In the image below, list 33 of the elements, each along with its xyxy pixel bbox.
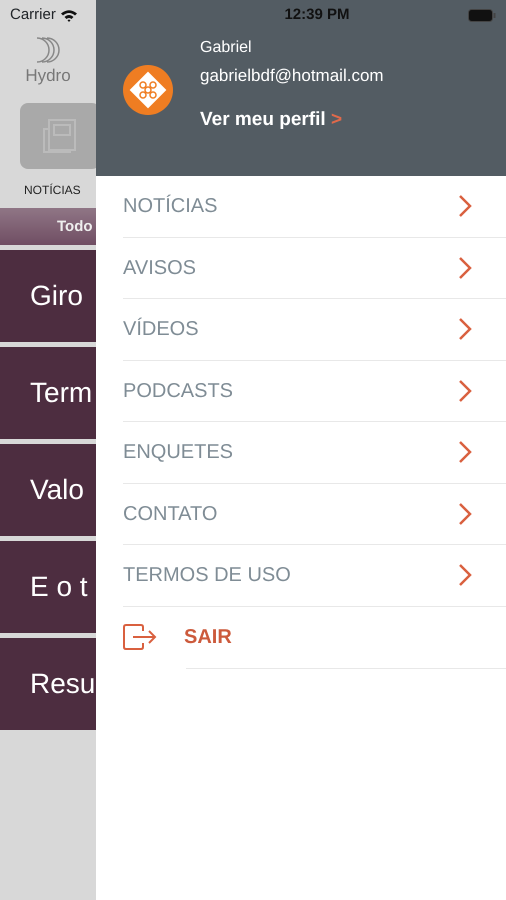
status-time: 12:39 PM bbox=[284, 4, 350, 25]
user-name: Gabriel bbox=[200, 38, 253, 58]
chevron-right-icon bbox=[458, 440, 472, 464]
filter-tab[interactable]: Todo bbox=[0, 208, 96, 244]
news-card[interactable]: Term bbox=[0, 346, 96, 438]
news-card[interactable]: Giro bbox=[0, 250, 96, 342]
logout-icon bbox=[123, 624, 157, 650]
chevron-right-icon bbox=[458, 563, 472, 588]
wifi-icon bbox=[60, 8, 78, 22]
logo-text: Hydro bbox=[25, 65, 71, 87]
user-email: gabrielbdf@hotmail.com bbox=[200, 66, 384, 86]
logout-button[interactable]: SAIR bbox=[96, 606, 506, 668]
menu-item[interactable]: VÍDEOS bbox=[123, 299, 506, 360]
chevron-right-icon bbox=[458, 502, 472, 526]
menu-item[interactable]: PODCASTS bbox=[123, 360, 506, 422]
avatar-icon bbox=[123, 65, 173, 115]
menu-item[interactable]: CONTATO bbox=[123, 484, 506, 545]
menu-item[interactable]: AVISOS bbox=[123, 238, 506, 299]
tab-label: NOTÍCIAS bbox=[24, 182, 82, 198]
menu-item[interactable]: NOTÍCIAS bbox=[123, 176, 506, 238]
chevron-right-icon bbox=[458, 378, 472, 403]
news-card[interactable]: Valo bbox=[0, 444, 96, 536]
chevron-right-icon bbox=[458, 317, 472, 342]
menu-item[interactable]: ENQUETES bbox=[123, 422, 506, 484]
chevron-right-icon bbox=[458, 256, 472, 280]
menu-item[interactable]: TERMOS DE USO bbox=[123, 545, 506, 606]
news-card[interactable]: E o t bbox=[0, 540, 96, 632]
carrier-label: Carrier bbox=[10, 4, 56, 25]
chevron-right-icon bbox=[458, 194, 472, 218]
tab-button[interactable] bbox=[20, 102, 96, 168]
battery-icon bbox=[468, 8, 496, 22]
profile-link[interactable]: Ver meu perfil > bbox=[200, 106, 342, 134]
news-card[interactable]: Resu bbox=[0, 638, 96, 730]
